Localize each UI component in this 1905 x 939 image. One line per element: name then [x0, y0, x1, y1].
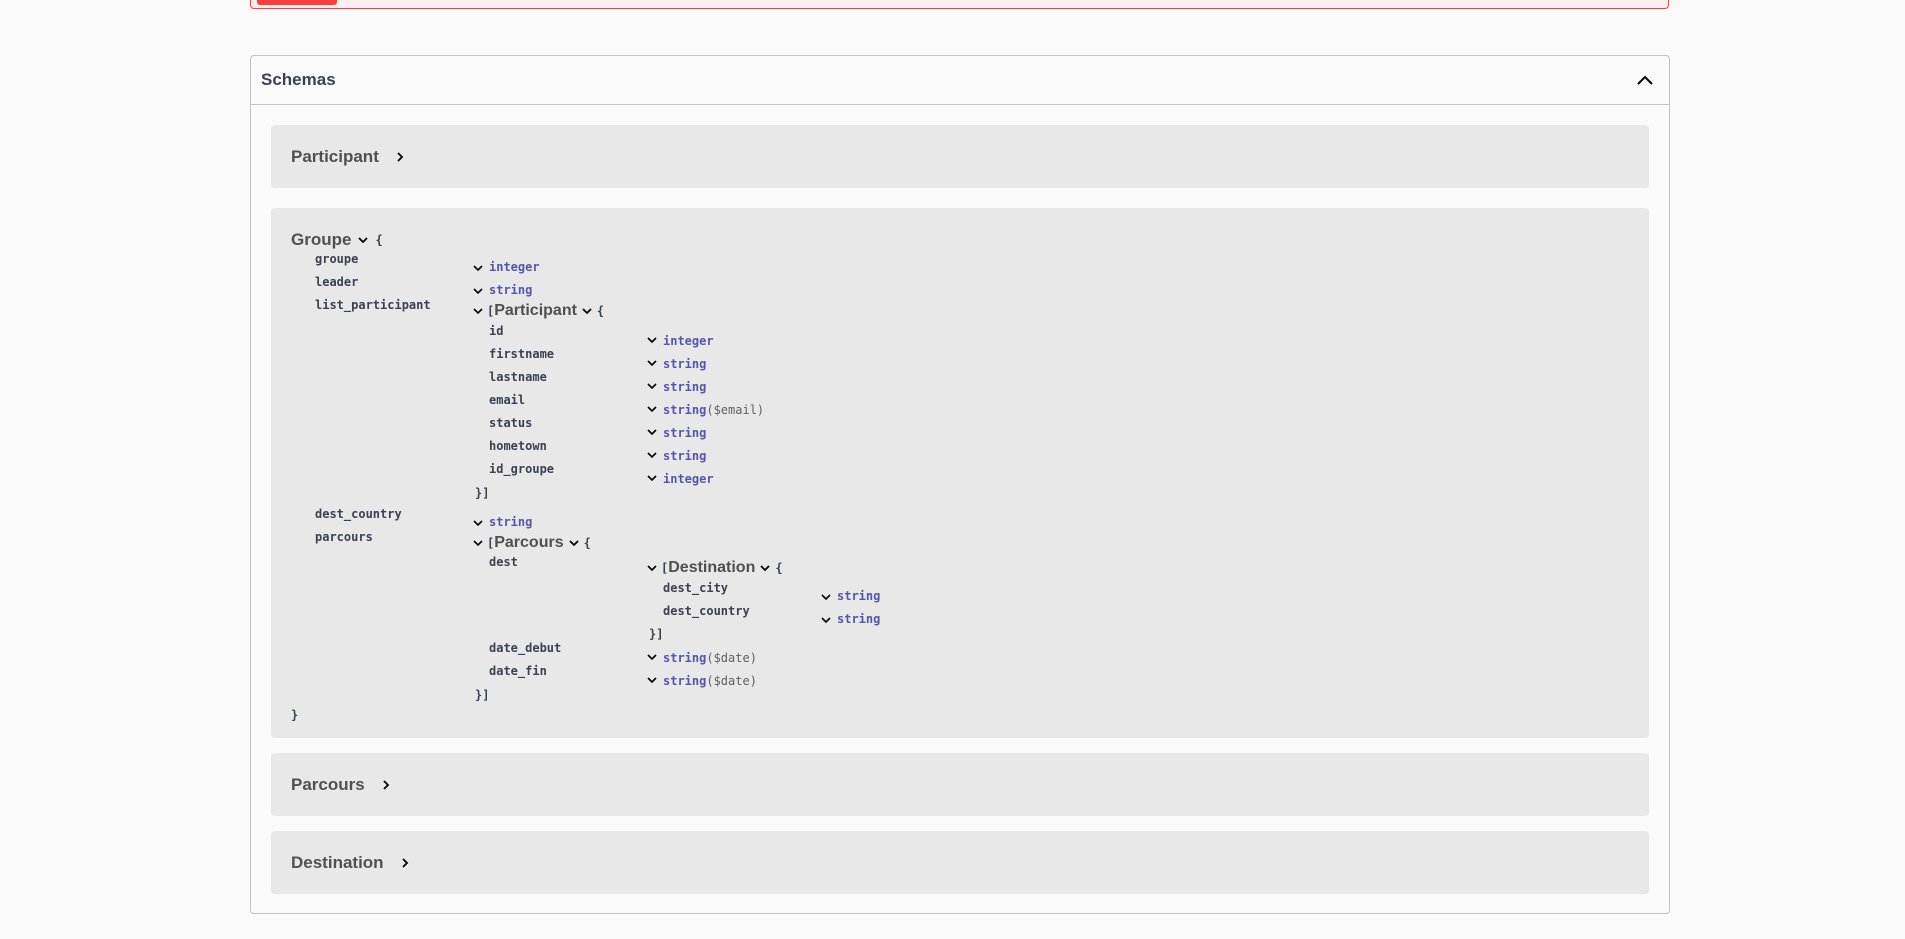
- chevron-down-icon[interactable]: [821, 593, 831, 601]
- parcours-close: }]: [475, 688, 490, 702]
- chevron-down-icon[interactable]: [473, 519, 483, 527]
- prop-name-dest-country: dest_country: [315, 507, 402, 521]
- prop-name-date-debut: date_debut: [489, 641, 562, 655]
- prop-name: hometown: [489, 439, 547, 453]
- chevron-down-icon[interactable]: [647, 451, 657, 459]
- chevron-down-icon[interactable]: [647, 676, 657, 684]
- chevron-down-icon[interactable]: [647, 382, 657, 390]
- prop-name: lastname: [489, 370, 547, 384]
- chevron-down-icon[interactable]: [647, 474, 657, 482]
- prop-type-dest-country-inner: string: [837, 612, 881, 626]
- schemas-section: Schemas Participant Groupe { groupe inte…: [250, 55, 1670, 914]
- chevron-down-icon[interactable]: [473, 264, 483, 272]
- parcours-model[interactable]: [Parcours {: [473, 534, 591, 552]
- model-parcours-title[interactable]: Parcours: [291, 775, 391, 795]
- chevron-down-icon[interactable]: [647, 653, 657, 661]
- prop-name-dest: dest: [489, 555, 518, 569]
- list-participant-model[interactable]: [Participant {: [473, 302, 604, 320]
- model-participant-title[interactable]: Participant: [291, 147, 405, 167]
- chevron-right-icon: [383, 779, 389, 790]
- chevron-down-icon[interactable]: [473, 539, 483, 547]
- chevron-down-icon[interactable]: [473, 287, 483, 295]
- prop-name: status: [489, 416, 533, 430]
- destination-model[interactable]: [Destination {: [647, 559, 783, 577]
- prop-type-dest-city: string: [837, 589, 881, 603]
- prop-name-dest-city: dest_city: [663, 581, 729, 595]
- chevron-down-icon[interactable]: [759, 563, 771, 573]
- error-banner: [250, 0, 1669, 9]
- model-groupe: Groupe { groupe integer leader string li…: [271, 208, 1649, 738]
- prop-name-list-participant: list_participant: [315, 298, 431, 312]
- chevron-down-icon[interactable]: [647, 564, 657, 572]
- chevron-right-icon: [397, 151, 404, 162]
- prop-name-date-fin: date_fin: [489, 664, 547, 678]
- model-destination[interactable]: Destination: [271, 831, 1649, 894]
- chevron-down-icon[interactable]: [647, 428, 657, 436]
- error-badge: [257, 0, 337, 5]
- chevron-right-icon: [401, 857, 408, 868]
- groupe-close: }: [291, 708, 299, 722]
- destination-close: }]: [649, 627, 664, 641]
- chevron-down-icon[interactable]: [647, 359, 657, 367]
- chevron-up-icon: [1637, 75, 1653, 85]
- chevron-down-icon[interactable]: [821, 616, 831, 624]
- model-destination-title[interactable]: Destination: [291, 853, 410, 873]
- prop-name-dest-country-inner: dest_country: [663, 604, 750, 618]
- chevron-down-icon[interactable]: [357, 235, 369, 245]
- prop-type-dest-country: string: [489, 515, 533, 529]
- prop-type-leader: string: [489, 283, 533, 297]
- prop-name: email: [489, 393, 526, 407]
- schemas-header[interactable]: Schemas: [251, 56, 1669, 105]
- schemas-collapse-button[interactable]: [1631, 66, 1659, 94]
- prop-name-groupe: groupe: [315, 252, 359, 266]
- chevron-down-icon[interactable]: [647, 336, 657, 344]
- prop-type-date-fin: string: [663, 674, 707, 688]
- prop-type-date-debut: string: [663, 651, 707, 665]
- prop-name: id_groupe: [489, 462, 555, 476]
- chevron-down-icon[interactable]: [581, 306, 593, 316]
- model-participant[interactable]: Participant: [271, 125, 1649, 188]
- prop-name: id: [489, 324, 504, 338]
- model-parcours[interactable]: Parcours: [271, 753, 1649, 816]
- prop-name-leader: leader: [315, 275, 359, 289]
- model-groupe-title[interactable]: Groupe {: [291, 230, 383, 250]
- prop-type-groupe: integer: [489, 260, 540, 274]
- list-participant-close: }]: [475, 486, 490, 500]
- chevron-down-icon[interactable]: [473, 307, 483, 315]
- chevron-down-icon[interactable]: [647, 405, 657, 413]
- schemas-title: Schemas: [261, 70, 336, 89]
- chevron-down-icon[interactable]: [568, 538, 580, 548]
- prop-name: firstname: [489, 347, 555, 361]
- prop-name-parcours: parcours: [315, 530, 373, 544]
